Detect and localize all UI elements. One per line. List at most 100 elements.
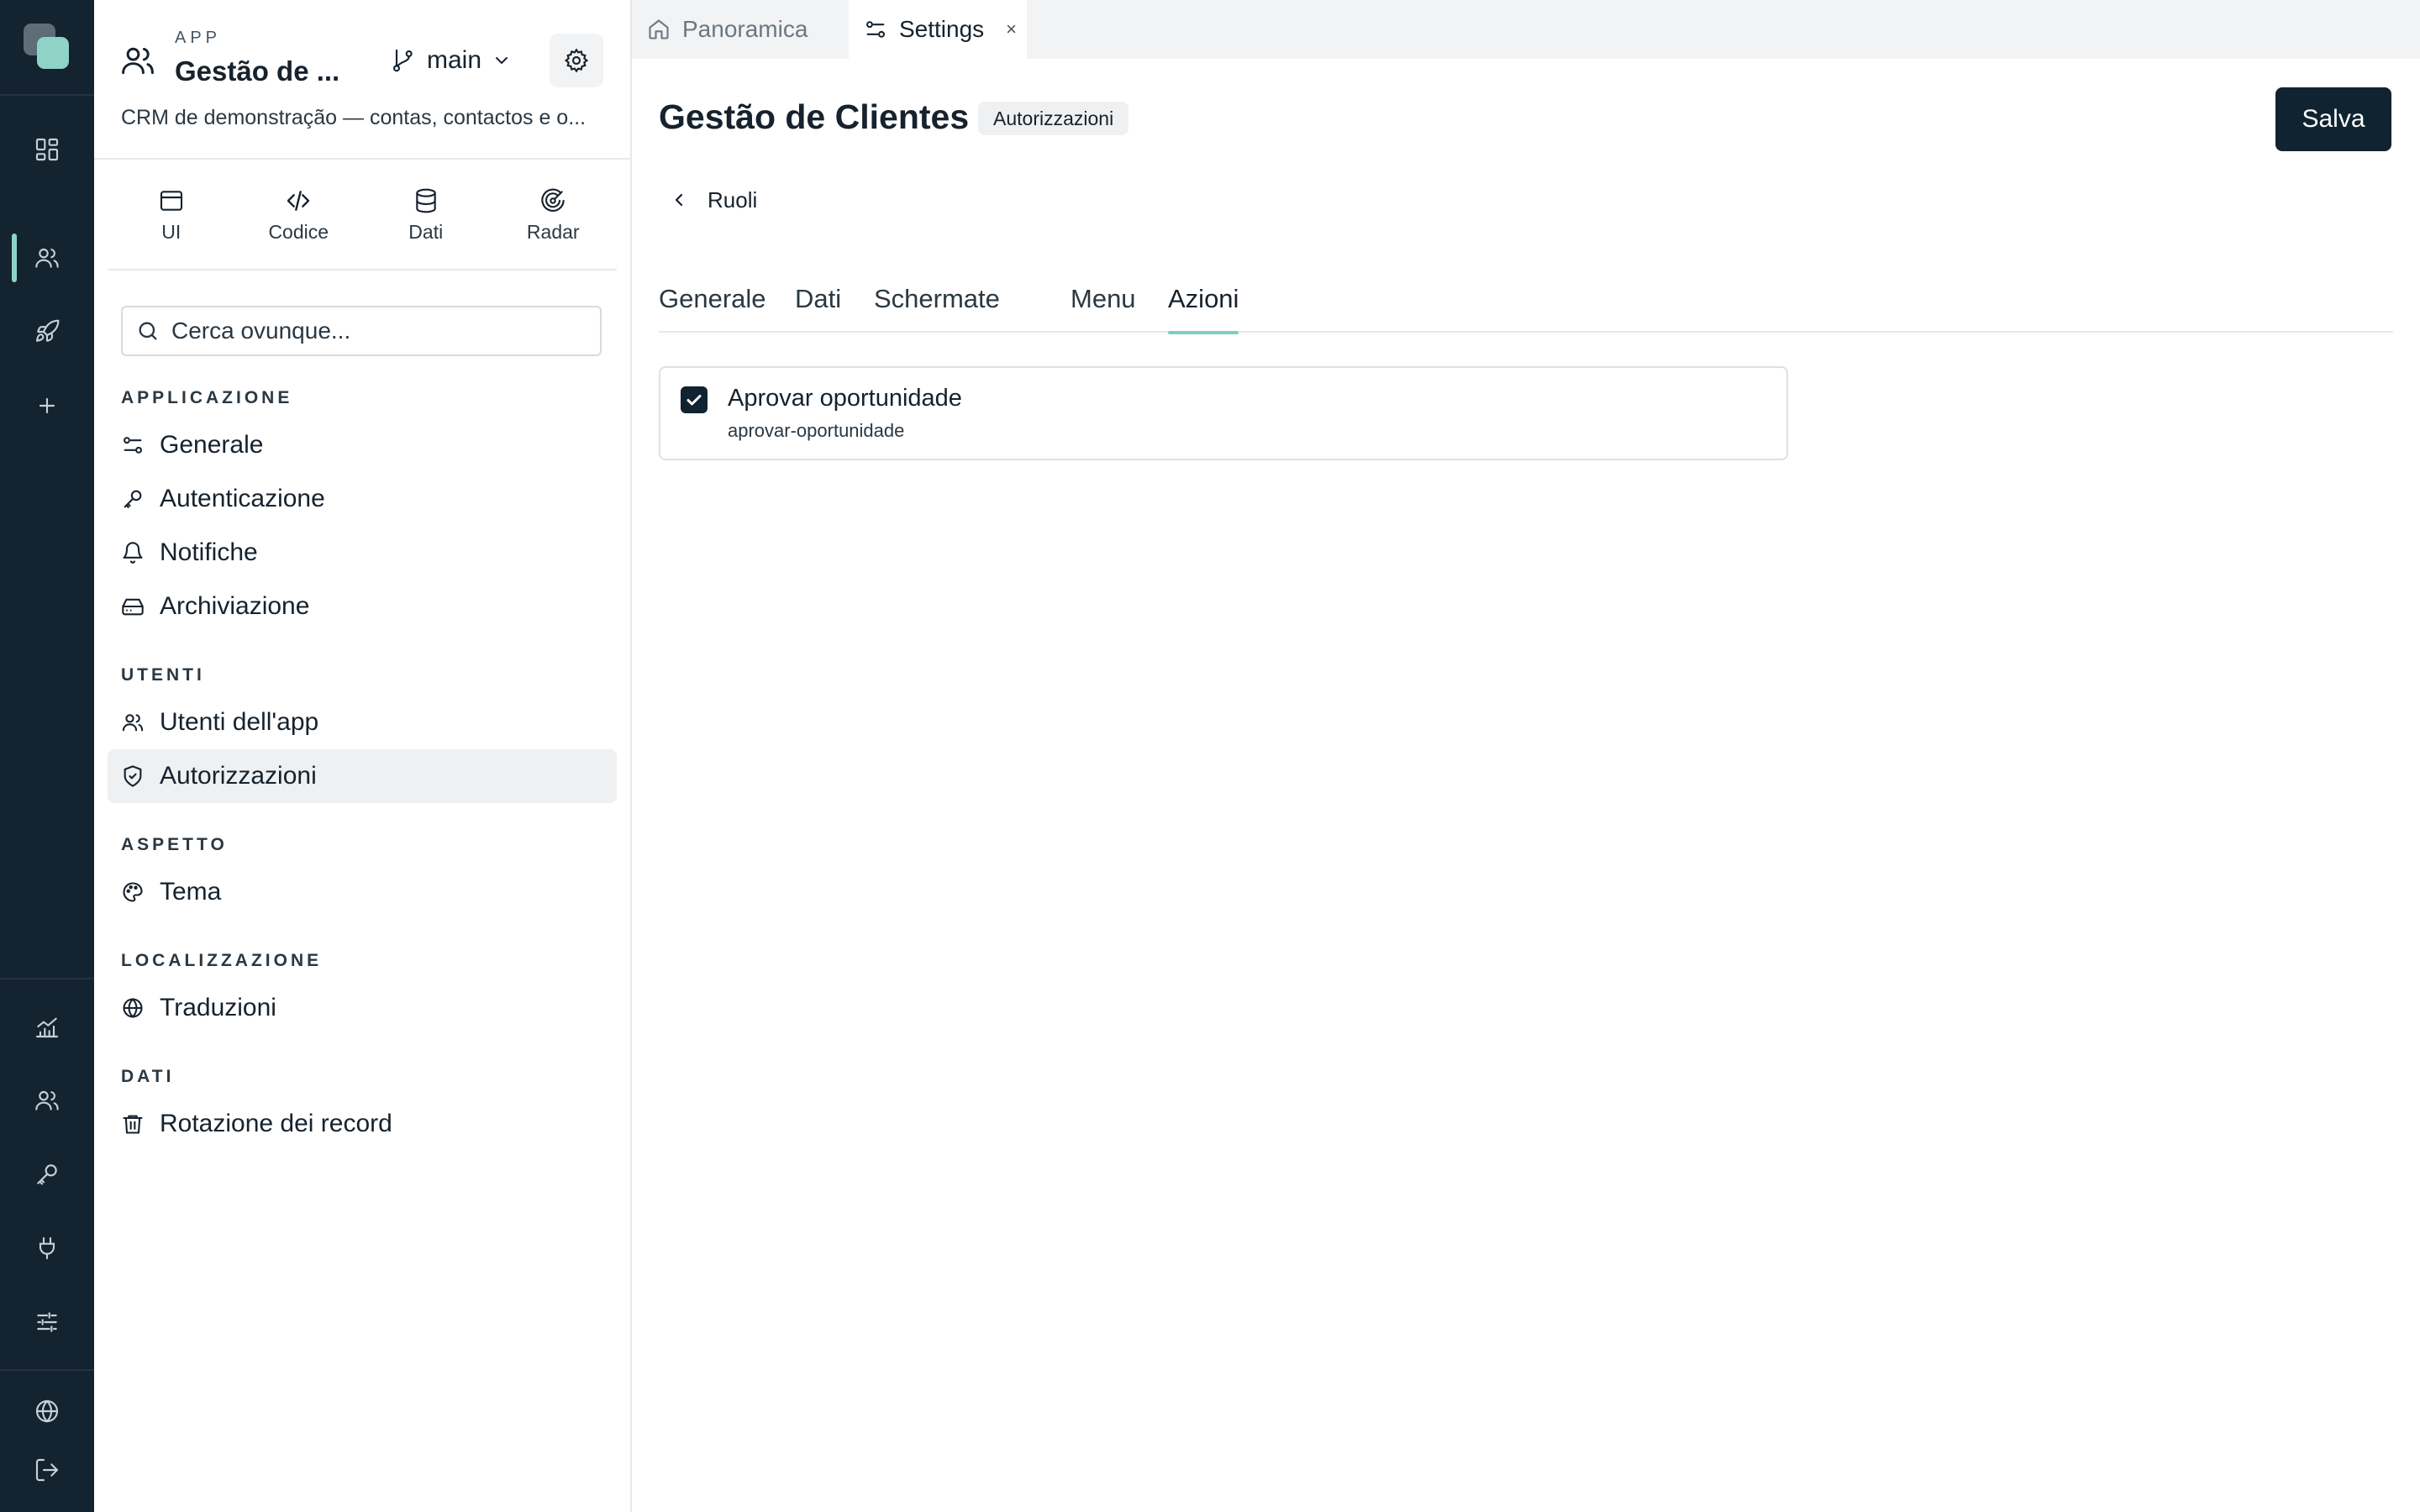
nav-item-label: Archiviazione xyxy=(160,592,310,620)
app-header: APP Gestão de ... main CRM de demonstraç… xyxy=(94,0,630,160)
nav-item-archiviazione[interactable]: Archiviazione xyxy=(108,580,617,633)
window-icon xyxy=(160,190,182,211)
trash-icon xyxy=(123,1115,143,1134)
home-icon xyxy=(649,19,669,39)
bell-icon xyxy=(123,542,143,564)
mode-codice[interactable]: Codice xyxy=(235,161,363,269)
back-to-ruoli[interactable]: Ruoli xyxy=(669,185,757,215)
toggles-icon xyxy=(124,437,142,454)
brand-logo[interactable] xyxy=(24,24,71,71)
section-title-applicazione: APPLICAZIONE xyxy=(121,388,293,407)
nav-item-label: Autenticazione xyxy=(160,485,325,512)
app-kicker: APP xyxy=(175,29,222,47)
rocket-icon[interactable] xyxy=(24,308,71,355)
nav-item-notifiche[interactable]: Notifiche xyxy=(108,526,617,580)
app-users-icon xyxy=(119,42,156,79)
back-label: Ruoli xyxy=(708,186,758,213)
check-icon xyxy=(687,395,702,406)
action-title: Aprovar oportunidade xyxy=(728,385,962,412)
nav-item-label: Generale xyxy=(160,431,264,459)
analytics-icon[interactable] xyxy=(24,1003,71,1050)
rail-divider xyxy=(0,94,94,96)
main-content: Panoramica Settings × Gestão de Clientes… xyxy=(632,0,2420,1512)
mode-label: Radar xyxy=(526,220,580,243)
logout-icon[interactable] xyxy=(24,1446,71,1494)
mode-label: Dati xyxy=(408,220,444,243)
nav-item-autenticazione[interactable]: Autenticazione xyxy=(108,472,617,526)
nav-item-label: Utenti dell'app xyxy=(160,708,319,736)
tab-azioni[interactable]: Azioni xyxy=(1168,284,1239,334)
page-badge: Autorizzazioni xyxy=(978,102,1129,135)
section-title-dati: DATI xyxy=(121,1067,175,1086)
window-tab-bar: Panoramica Settings × xyxy=(632,0,2420,59)
app-title: Gestão de ... xyxy=(175,55,340,87)
nav-item-label: Traduzioni xyxy=(160,994,276,1021)
search-input[interactable] xyxy=(171,318,592,344)
plug-icon[interactable] xyxy=(24,1225,71,1272)
nav-item-label: Rotazione dei record xyxy=(160,1110,392,1137)
branch-name: main xyxy=(427,46,482,74)
sliders-icon[interactable] xyxy=(24,1299,71,1346)
tab-label: Panoramica xyxy=(682,16,808,42)
users-icon xyxy=(122,714,144,732)
app-settings-button[interactable] xyxy=(550,34,603,87)
global-rail xyxy=(0,0,94,1512)
git-branch-icon xyxy=(392,49,413,72)
users-icon[interactable] xyxy=(24,234,71,281)
mode-label: UI xyxy=(161,220,182,243)
tab-dati[interactable]: Dati xyxy=(795,284,841,333)
hard-drive-icon xyxy=(122,598,144,616)
branch-selector[interactable]: main xyxy=(390,42,512,79)
permission-tabs: Generale Dati Schermate Menu Azioni xyxy=(659,277,2393,334)
action-slug: aprovar-oportunidade xyxy=(728,420,905,441)
radar-icon xyxy=(541,188,565,212)
tab-panoramica[interactable]: Panoramica xyxy=(632,0,849,59)
rail-active-indicator xyxy=(12,234,17,282)
section-title-localizzazione: LOCALIZZAZIONE xyxy=(121,951,323,970)
tab-menu[interactable]: Menu xyxy=(1071,284,1136,333)
code-icon xyxy=(287,190,310,211)
tab-schermate[interactable]: Schermate xyxy=(874,284,1000,333)
action-permission-row[interactable]: Aprovar oportunidade aprovar-oportunidad… xyxy=(659,366,1788,460)
gear-icon xyxy=(564,48,589,73)
search-icon xyxy=(139,322,157,340)
globe-icon[interactable] xyxy=(24,1388,71,1435)
tab-settings[interactable]: Settings × xyxy=(849,0,1027,59)
search-box[interactable] xyxy=(121,306,602,356)
database-icon xyxy=(416,188,436,213)
dashboard-icon[interactable] xyxy=(24,126,71,173)
plus-icon[interactable] xyxy=(24,382,71,429)
palette-icon xyxy=(123,882,143,902)
key-icon xyxy=(124,490,142,508)
nav-item-rotazione-record[interactable]: Rotazione dei record xyxy=(108,1097,617,1151)
app-root: APP Gestão de ... main CRM de demonstraç… xyxy=(0,0,2420,1512)
tab-generale[interactable]: Generale xyxy=(659,284,766,333)
mode-switcher: UI Codice Dati Radar xyxy=(108,161,617,270)
nav-item-traduzioni[interactable]: Traduzioni xyxy=(108,981,617,1035)
nav-item-label: Autorizzazioni xyxy=(160,762,317,790)
mode-radar[interactable]: Radar xyxy=(490,161,618,269)
team-icon[interactable] xyxy=(24,1077,71,1124)
nav-item-generale[interactable]: Generale xyxy=(108,418,617,472)
nav-item-tema[interactable]: Tema xyxy=(108,865,617,919)
nav-item-label: Notifiche xyxy=(160,538,258,566)
save-button[interactable]: Salva xyxy=(2275,87,2391,151)
app-description: CRM de demonstração — contas, contactos … xyxy=(121,106,587,129)
settings-sidebar: APP Gestão de ... main CRM de demonstraç… xyxy=(94,0,632,1512)
shield-check-icon xyxy=(124,765,142,787)
mode-label: Codice xyxy=(268,220,329,243)
mode-ui[interactable]: UI xyxy=(108,161,235,269)
rail-divider xyxy=(0,1369,94,1371)
nav-item-utenti-app[interactable]: Utenti dell'app xyxy=(108,696,617,749)
nav-item-label: Tema xyxy=(160,878,222,906)
chevron-left-icon xyxy=(675,193,683,207)
close-tab-icon[interactable]: × xyxy=(1006,18,1017,40)
tab-label: Settings xyxy=(899,16,985,42)
settings-sliders-icon xyxy=(866,21,885,38)
nav-item-autorizzazioni[interactable]: Autorizzazioni xyxy=(108,749,617,803)
mode-dati[interactable]: Dati xyxy=(362,161,490,269)
action-checkbox[interactable] xyxy=(681,386,708,413)
globe-icon xyxy=(123,998,143,1018)
rail-divider xyxy=(0,978,94,979)
key-icon[interactable] xyxy=(24,1151,71,1198)
